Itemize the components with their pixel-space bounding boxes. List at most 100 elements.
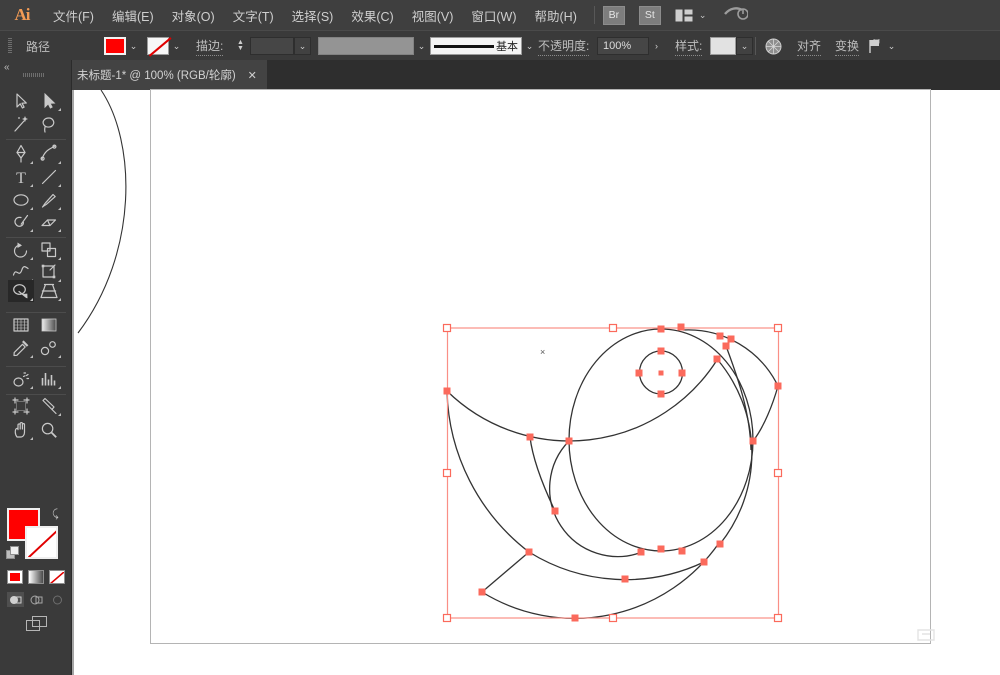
draw-normal-button[interactable] (7, 592, 24, 607)
ellipse-tool[interactable] (8, 189, 34, 211)
direct-selection-tool[interactable] (36, 90, 62, 112)
paintbrush-tool[interactable] (36, 189, 62, 211)
draw-behind-button[interactable] (28, 592, 45, 607)
menu-item-0[interactable]: 文件(F) (44, 2, 103, 29)
menu-item-4[interactable]: 选择(S) (283, 2, 343, 29)
scale-tool[interactable] (36, 239, 62, 261)
brush-chevron-down-icon[interactable]: ⌄ (522, 37, 537, 55)
default-fill-stroke-icon[interactable] (6, 546, 20, 565)
color-mode-button[interactable] (7, 570, 23, 584)
symbol-sprayer-tool[interactable] (8, 368, 34, 390)
tool-flyout-indicator[interactable] (30, 386, 33, 389)
tool-flyout-indicator[interactable] (58, 413, 61, 416)
tool-flyout-indicator[interactable] (30, 184, 33, 187)
magic-wand-tool[interactable] (8, 113, 34, 135)
selection-tool[interactable] (8, 90, 34, 112)
stepper-arrows-icon[interactable]: ▲ ▼ (237, 39, 244, 52)
align-button[interactable]: 对齐 (797, 31, 822, 61)
artboard-tool[interactable] (8, 395, 34, 417)
fill-color-control[interactable]: ⌄ (104, 31, 141, 61)
opacity-arrow-icon[interactable]: › (649, 37, 664, 55)
tool-flyout-indicator[interactable] (58, 386, 61, 389)
slice-tool[interactable] (36, 395, 62, 417)
tool-flyout-indicator[interactable] (30, 229, 33, 232)
tool-flyout-indicator[interactable] (58, 229, 61, 232)
perspective-grid-tool[interactable] (36, 280, 62, 302)
isolate-selected-object-button[interactable]: ⌄ (868, 31, 899, 61)
tool-flyout-indicator[interactable] (30, 161, 33, 164)
variable-width-profile-select[interactable]: ⌄ (318, 31, 429, 61)
stroke-weight-field[interactable]: ⌄ (250, 31, 311, 61)
tool-flyout-indicator[interactable] (58, 207, 61, 210)
recolor-artwork-button[interactable] (765, 31, 782, 61)
opacity-field[interactable]: 100% › (597, 31, 664, 61)
transform-button[interactable]: 变换 (835, 31, 860, 61)
tool-flyout-indicator[interactable] (30, 355, 33, 358)
zoom-tool[interactable] (36, 419, 62, 441)
fill-chevron-down-icon[interactable]: ⌄ (126, 37, 141, 55)
draw-inside-button[interactable] (49, 592, 66, 607)
fill-swatch[interactable] (104, 37, 126, 55)
type-icon: T (16, 170, 26, 187)
options-bar-grip[interactable] (8, 31, 12, 61)
menu-item-7[interactable]: 窗口(W) (462, 2, 525, 29)
shape-builder-icon (13, 284, 28, 299)
mesh-tool[interactable] (8, 314, 34, 336)
pen-tool[interactable] (8, 143, 34, 165)
menu-item-5[interactable]: 效果(C) (342, 2, 402, 29)
stroke-weight-chevron-down-icon[interactable]: ⌄ (294, 37, 311, 55)
stroke-color-control[interactable]: ⌄ (147, 31, 184, 61)
none-mode-button[interactable] (49, 570, 65, 584)
stock-button[interactable]: St (638, 5, 661, 25)
brush-definition-select[interactable]: 基本 ⌄ (430, 31, 537, 61)
tools-panel-grip[interactable] (23, 73, 45, 77)
shaper-tool[interactable] (8, 211, 34, 233)
style-swatch[interactable] (710, 37, 736, 55)
stroke-weight-stepper[interactable]: ▲ ▼ (237, 31, 244, 61)
tool-flyout-indicator[interactable] (30, 207, 33, 210)
cc-libraries-icon[interactable] (724, 4, 750, 27)
bridge-button[interactable]: Br (602, 5, 625, 25)
shape-builder-tool[interactable] (8, 280, 34, 302)
column-graph-tool[interactable] (36, 368, 62, 390)
width-profile-chevron-down-icon[interactable]: ⌄ (414, 37, 429, 55)
lasso-tool[interactable] (36, 113, 62, 135)
blend-tool[interactable] (36, 337, 62, 359)
collapse-panel-icon[interactable]: « (4, 62, 10, 73)
menu-item-3[interactable]: 文字(T) (224, 2, 283, 29)
curvature-tool[interactable] (36, 143, 62, 165)
menu-item-8[interactable]: 帮助(H) (526, 2, 586, 29)
tool-flyout-indicator[interactable] (58, 257, 61, 260)
line-segment-tool[interactable] (36, 166, 62, 188)
tool-flyout-indicator[interactable] (58, 108, 61, 111)
tool-flyout-indicator[interactable] (30, 257, 33, 260)
document-tab[interactable]: 未标题-1* @ 100% (RGB/轮廓) ✕ (67, 60, 267, 90)
stroke-color-swatch[interactable] (25, 526, 58, 559)
gradient-tool[interactable] (36, 314, 62, 336)
eraser-tool[interactable] (36, 211, 62, 233)
hand-tool[interactable] (8, 419, 34, 441)
style-chevron-down-icon[interactable]: ⌄ (736, 37, 753, 55)
document-canvas[interactable] (72, 90, 1000, 675)
tool-flyout-indicator[interactable] (58, 355, 61, 358)
type-tool[interactable]: T (8, 166, 34, 188)
menu-item-1[interactable]: 编辑(E) (103, 2, 163, 29)
tool-flyout-indicator[interactable] (58, 161, 61, 164)
tool-flyout-indicator[interactable] (58, 298, 61, 301)
tool-flyout-indicator[interactable] (30, 437, 33, 440)
menu-item-6[interactable]: 视图(V) (403, 2, 463, 29)
swap-fill-stroke-icon[interactable]: ⤹ (52, 508, 59, 521)
graphic-style-select[interactable]: ⌄ (710, 31, 753, 61)
menu-item-2[interactable]: 对象(O) (163, 2, 224, 29)
close-icon[interactable]: ✕ (248, 69, 257, 82)
gradient-mode-button[interactable] (28, 570, 44, 584)
stroke-chevron-down-icon[interactable]: ⌄ (169, 37, 184, 55)
rotate-tool[interactable] (8, 239, 34, 261)
tool-flyout-indicator[interactable] (30, 298, 33, 301)
screen-mode-button[interactable] (26, 616, 48, 637)
isolate-chevron-down-icon[interactable]: ⌄ (884, 37, 899, 55)
workspace-switcher-icon[interactable]: ⌄ (675, 9, 706, 22)
stroke-swatch-none[interactable] (147, 37, 169, 55)
eyedropper-tool[interactable] (8, 337, 34, 359)
tool-flyout-indicator[interactable] (58, 184, 61, 187)
